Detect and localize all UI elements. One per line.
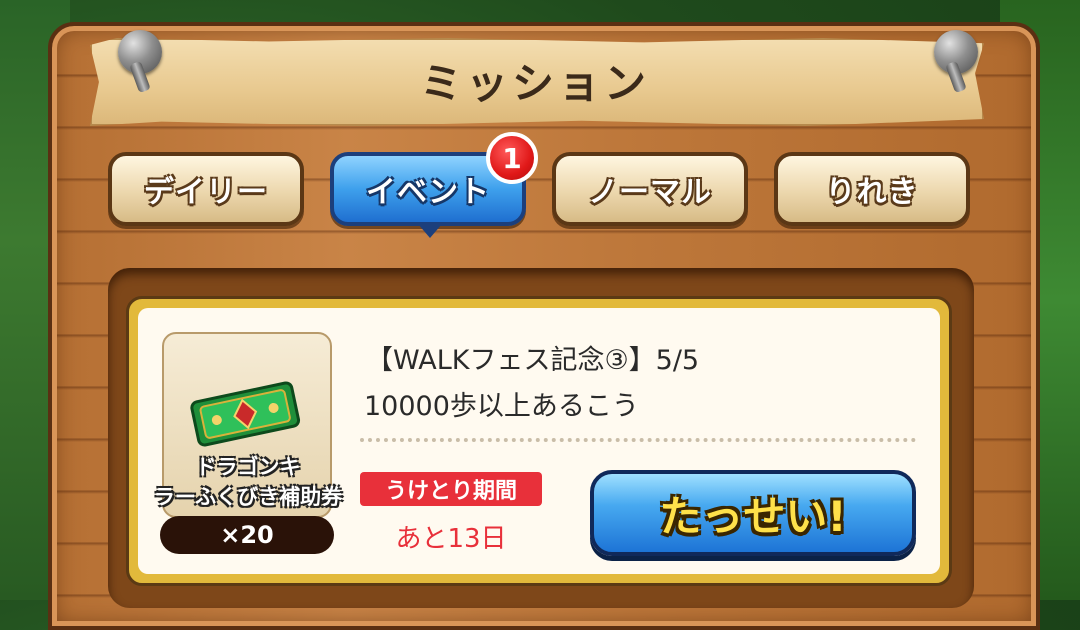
reward-quantity: ×20 [160,516,334,554]
divider [360,438,916,442]
tab-history[interactable]: りれき [774,152,970,226]
reward-name: ドラゴンキ ラーふくびき補助券 [150,452,346,512]
pin-icon [118,30,162,74]
period-label: うけとり期間 [360,472,542,506]
reward-name-line1: ドラゴンキ [195,455,301,479]
notification-badge: 1 [486,132,538,184]
pin-icon [934,30,978,74]
tab-normal[interactable]: ノーマル [552,152,748,226]
ticket-icon [190,381,301,447]
page-title: ミッション [419,58,650,108]
mission-title: 【WALKフェス記念③】5/5 [366,345,700,376]
remaining-time: あと13日 [395,524,507,554]
reward-name-line2: ラーふくびき補助券 [153,485,343,509]
active-tab-pointer [418,224,442,238]
tab-daily[interactable]: デイリー [108,152,304,226]
mission-description: 10000歩以上あるこう [364,391,639,422]
achieve-button[interactable]: たっせい! [590,470,916,556]
